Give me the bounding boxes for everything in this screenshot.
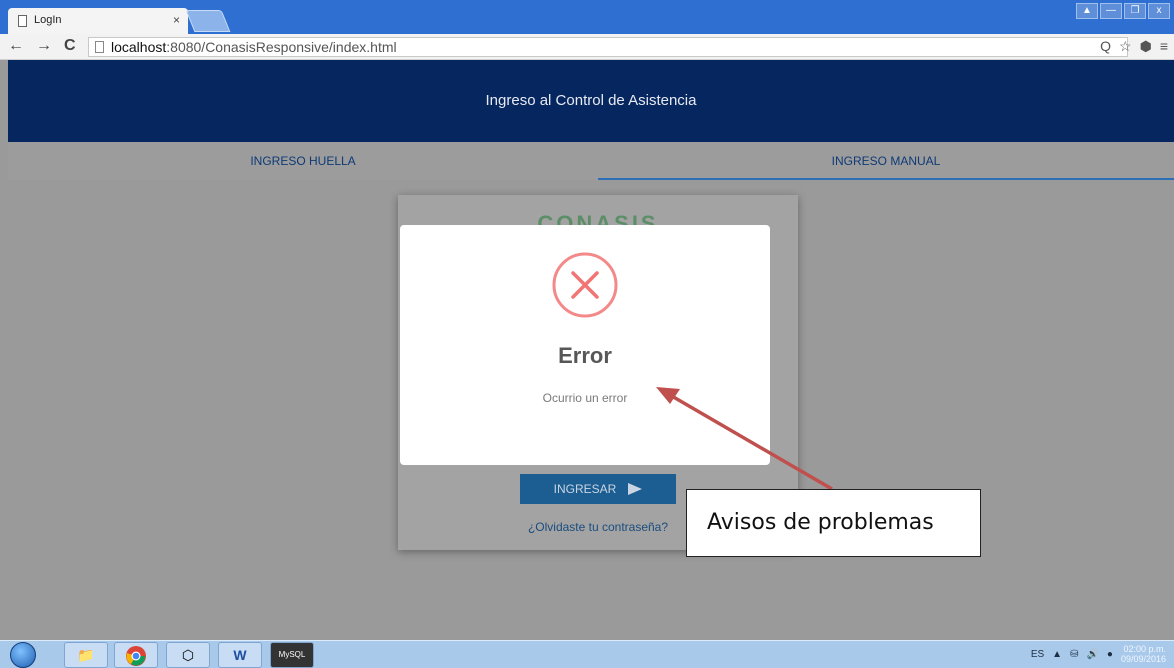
mysql-icon[interactable]: MySQL [270,642,314,668]
chrome-icon[interactable] [114,642,158,668]
clock[interactable]: 02:00 p.m. 09/09/2016 [1121,644,1166,664]
system-tray: ES ▲ ⛁ 🔊 ● 02:00 p.m. 09/09/2016 [1031,644,1166,664]
virtualbox-icon[interactable]: ⬡ [166,642,210,668]
annotation-callout: Avisos de problemas [686,489,981,557]
annotation-arrow [656,387,833,491]
language-indicator[interactable]: ES [1031,649,1044,660]
clock-date: 09/09/2016 [1120,654,1166,664]
tray-expand-icon[interactable]: ▲ [1052,649,1062,660]
start-button[interactable] [10,642,36,668]
file-explorer-icon[interactable]: 📁 [64,642,108,668]
windows-taskbar: 📁 ⬡ W MySQL ES ▲ ⛁ 🔊 ● 02:00 p.m. 09/09/… [0,640,1174,668]
notification-icon[interactable]: ● [1107,649,1113,660]
chrome-logo-icon [126,646,146,666]
clock-time: 02:00 p.m. [1123,644,1166,654]
volume-icon[interactable]: 🔊 [1086,649,1098,660]
word-icon[interactable]: W [218,642,262,668]
network-icon[interactable]: ⛁ [1070,649,1078,660]
